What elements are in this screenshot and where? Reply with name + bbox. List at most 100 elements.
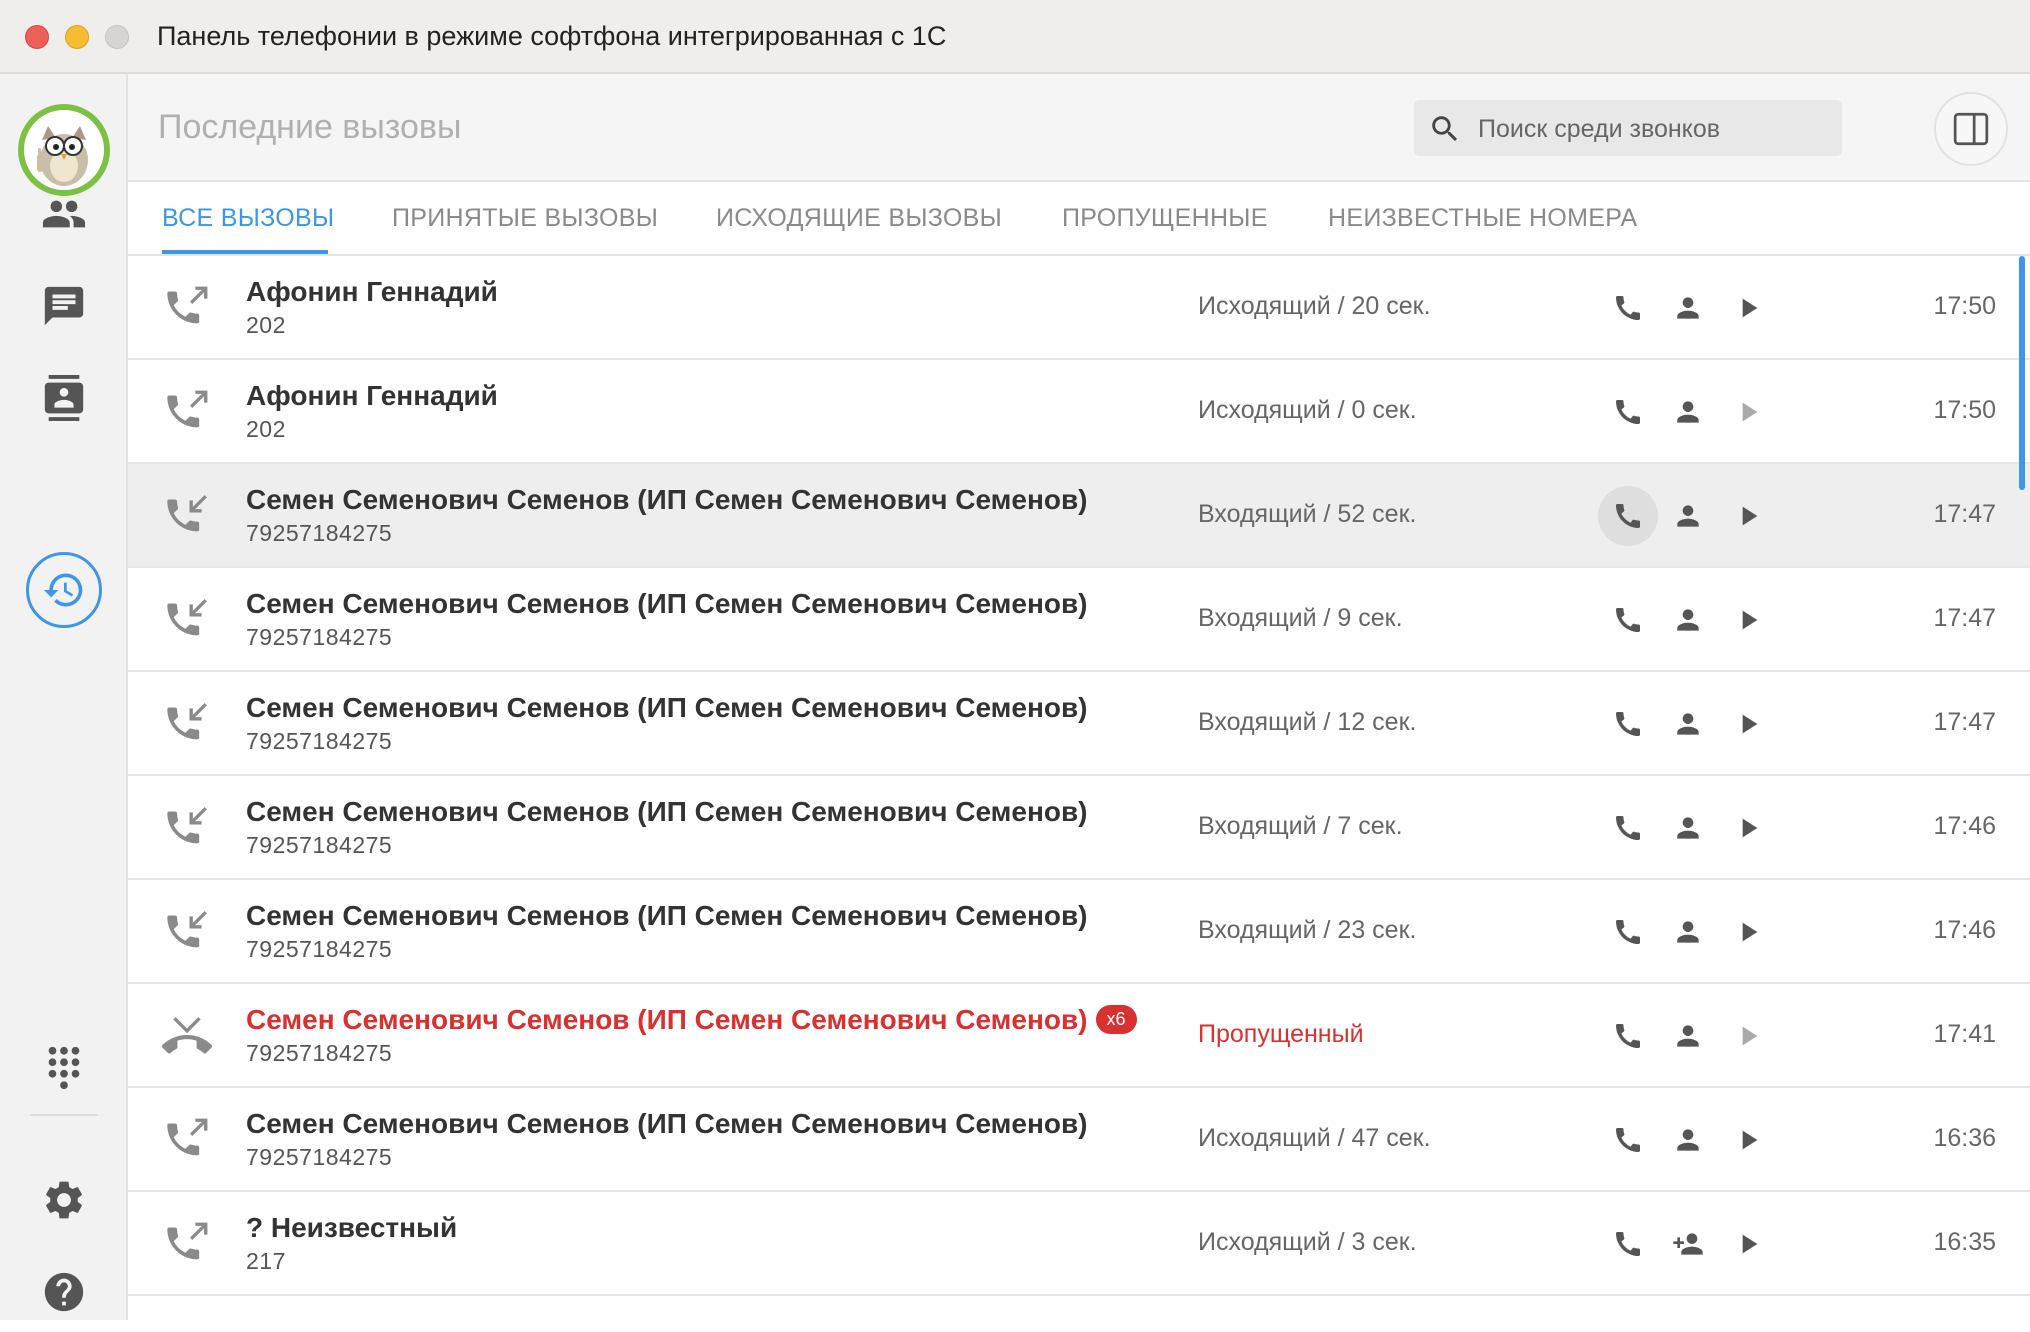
outgoing-call-icon bbox=[167, 390, 208, 428]
play-recording-button[interactable] bbox=[1718, 1110, 1778, 1170]
sidebar-item-history[interactable] bbox=[26, 552, 102, 628]
contact-icon bbox=[1677, 921, 1699, 943]
call-back-button[interactable] bbox=[1598, 382, 1658, 442]
search-input[interactable] bbox=[1476, 100, 1830, 158]
play-icon bbox=[1742, 1234, 1758, 1254]
help-icon bbox=[44, 1272, 84, 1312]
open-contact-button[interactable] bbox=[1658, 382, 1718, 442]
tab-all-calls[interactable]: ВСЕ ВЫЗОВЫ bbox=[162, 204, 334, 233]
play-recording-button[interactable] bbox=[1718, 1214, 1778, 1274]
panel-toggle-button[interactable] bbox=[1934, 92, 2008, 166]
play-recording-button[interactable] bbox=[1718, 590, 1778, 650]
caller-name-text: Семен Семенович Семенов (ИП Семен Семено… bbox=[246, 900, 1088, 931]
open-contact-button[interactable] bbox=[1658, 1110, 1718, 1170]
call-back-button[interactable] bbox=[1598, 694, 1658, 754]
play-recording-button[interactable] bbox=[1718, 1006, 1778, 1066]
call-back-button[interactable] bbox=[1598, 1006, 1658, 1066]
call-back-button[interactable] bbox=[1598, 278, 1658, 338]
call-back-button[interactable] bbox=[1598, 486, 1658, 546]
call-time: 17:47 bbox=[1933, 708, 1996, 736]
sidebar-item-address-book[interactable] bbox=[24, 358, 104, 438]
caller-name-text: Семен Семенович Семенов (ИП Семен Семено… bbox=[246, 484, 1088, 515]
add-contact-button[interactable] bbox=[1658, 1214, 1718, 1274]
open-contact-button[interactable] bbox=[1658, 486, 1718, 546]
call-status: Исходящий / 20 сек. bbox=[1198, 292, 1431, 320]
play-recording-button[interactable] bbox=[1718, 382, 1778, 442]
call-back-button[interactable] bbox=[1598, 590, 1658, 650]
play-recording-button[interactable] bbox=[1718, 902, 1778, 962]
caller-name: Семен Семенович Семенов (ИП Семен Семено… bbox=[246, 1108, 1088, 1140]
tab-accepted-calls[interactable]: ПРИНЯТЫЕ ВЫЗОВЫ bbox=[392, 204, 658, 233]
tab-outgoing-calls[interactable]: ИСХОДЯЩИЕ ВЫЗОВЫ bbox=[716, 204, 1002, 233]
open-contact-button[interactable] bbox=[1658, 590, 1718, 650]
play-icon bbox=[1742, 818, 1758, 838]
close-window-button[interactable] bbox=[25, 25, 49, 49]
incoming-call-icon bbox=[167, 495, 207, 532]
caller-name-text: Семен Семенович Семенов (ИП Семен Семено… bbox=[246, 1004, 1088, 1035]
call-row[interactable]: ? Неизвестный 217 Исходящий / 3 сек. 16:35 bbox=[128, 1192, 2030, 1296]
call-row[interactable]: Семен Семенович Семенов (ИП Семен Семено… bbox=[128, 464, 2030, 568]
contact-icon bbox=[1677, 505, 1699, 527]
play-recording-button[interactable] bbox=[1718, 486, 1778, 546]
scrollbar[interactable] bbox=[2019, 256, 2025, 490]
caller-name: Семен Семенович Семенов (ИП Семен Семено… bbox=[246, 484, 1088, 516]
call-row[interactable]: Семен Семенович Семенов (ИП Семен Семено… bbox=[128, 984, 2030, 1088]
call-status: Входящий / 23 сек. bbox=[1198, 916, 1417, 944]
caller-number: 79257184275 bbox=[246, 1040, 393, 1066]
history-icon bbox=[43, 573, 83, 607]
call-back-button[interactable] bbox=[1598, 798, 1658, 858]
call-back-button[interactable] bbox=[1598, 1214, 1658, 1274]
contact-icon bbox=[1677, 1025, 1699, 1047]
open-contact-button[interactable] bbox=[1658, 694, 1718, 754]
caller-name-text: ? Неизвестный bbox=[246, 1212, 458, 1243]
call-row[interactable]: Афонин Геннадий 202 Исходящий / 20 сек. 17:… bbox=[128, 256, 2030, 360]
play-recording-button[interactable] bbox=[1718, 278, 1778, 338]
call-row[interactable]: Семен Семенович Семенов (ИП Семен Семено… bbox=[128, 776, 2030, 880]
call-back-button[interactable] bbox=[1598, 902, 1658, 962]
contact-icon bbox=[1677, 297, 1699, 319]
phone-icon bbox=[1616, 504, 1640, 528]
caller-name: Семен Семенович Семенов (ИП Семен Семено… bbox=[246, 1004, 1137, 1036]
sidebar-item-settings[interactable] bbox=[24, 1160, 104, 1240]
caller-number: 217 bbox=[246, 1248, 286, 1274]
open-contact-button[interactable] bbox=[1658, 798, 1718, 858]
play-recording-button[interactable] bbox=[1718, 694, 1778, 754]
caller-name-text: Афонин Геннадий bbox=[246, 380, 498, 411]
minimize-window-button[interactable] bbox=[65, 25, 89, 49]
contact-icon bbox=[1677, 713, 1699, 735]
incoming-call-icon bbox=[167, 599, 207, 636]
call-row[interactable]: Семен Семенович Семенов (ИП Семен Семено… bbox=[128, 672, 2030, 776]
caller-name-text: Семен Семенович Семенов (ИП Семен Семено… bbox=[246, 692, 1088, 723]
settings-icon bbox=[46, 1181, 82, 1219]
sidebar-item-dialpad[interactable] bbox=[24, 1028, 104, 1108]
phone-icon bbox=[1616, 816, 1640, 840]
call-status: Исходящий / 3 сек. bbox=[1198, 1228, 1417, 1256]
play-recording-button[interactable] bbox=[1718, 798, 1778, 858]
open-contact-button[interactable] bbox=[1658, 1006, 1718, 1066]
call-row[interactable]: Семен Семенович Семенов (ИП Семен Семено… bbox=[128, 880, 2030, 984]
call-row[interactable]: Семен Семенович Семенов (ИП Семен Семено… bbox=[128, 568, 2030, 672]
search-box[interactable] bbox=[1414, 100, 1842, 158]
caller-name-text: Семен Семенович Семенов (ИП Семен Семено… bbox=[246, 1108, 1088, 1139]
call-row[interactable]: Афонин Геннадий 202 Исходящий / 0 сек. 17:5… bbox=[128, 360, 2030, 464]
missed-count-badge: x6 bbox=[1095, 1005, 1137, 1034]
tab-missed-calls[interactable]: ПРОПУЩЕННЫЕ bbox=[1062, 204, 1268, 233]
outgoing-call-icon bbox=[167, 1222, 208, 1260]
call-back-button[interactable] bbox=[1598, 1110, 1658, 1170]
add-contact-icon bbox=[1673, 1233, 1703, 1255]
address-book-icon bbox=[44, 375, 84, 421]
sidebar-item-contacts[interactable] bbox=[24, 174, 104, 254]
sidebar-item-help[interactable] bbox=[24, 1252, 104, 1332]
sidebar-item-chat[interactable] bbox=[24, 266, 104, 346]
caller-name-text: Афонин Геннадий bbox=[246, 276, 498, 307]
call-row[interactable]: Семен Семенович Семенов (ИП Семен Семено… bbox=[128, 1088, 2030, 1192]
zoom-window-button[interactable] bbox=[105, 25, 129, 49]
phone-icon bbox=[1616, 920, 1640, 944]
open-contact-button[interactable] bbox=[1658, 278, 1718, 338]
contact-icon bbox=[1677, 1129, 1699, 1151]
open-contact-button[interactable] bbox=[1658, 902, 1718, 962]
caller-number: 202 bbox=[246, 312, 286, 338]
caller-number: 79257184275 bbox=[246, 832, 393, 858]
phone-icon bbox=[1616, 712, 1640, 736]
tab-unknown-numbers[interactable]: НЕИЗВЕСТНЫЕ НОМЕРА bbox=[1328, 204, 1638, 233]
